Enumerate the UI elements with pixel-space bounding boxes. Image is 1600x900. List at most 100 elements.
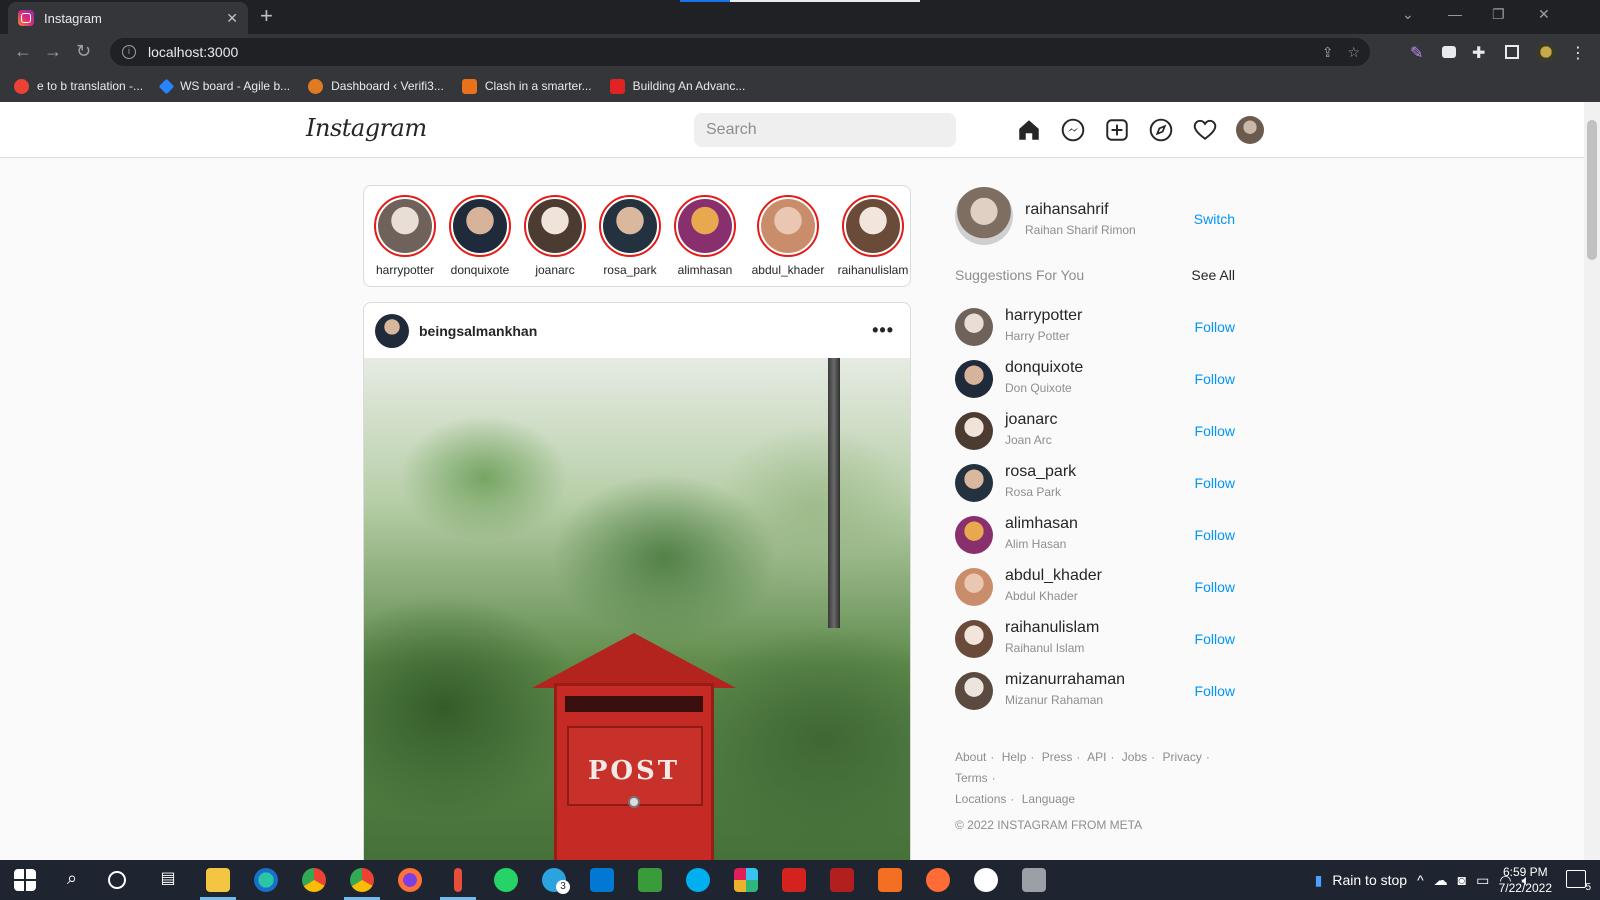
restore-icon[interactable]: ❐	[1492, 6, 1505, 23]
story-item[interactable]: raihanulislam	[830, 195, 916, 277]
cortana-icon[interactable]	[108, 871, 126, 889]
story-item[interactable]: joanarc	[517, 195, 593, 277]
tray-chevron-up-icon[interactable]: ^	[1417, 872, 1424, 888]
side-panel-icon[interactable]	[1505, 45, 1519, 59]
xampp-icon[interactable]	[878, 868, 902, 892]
onedrive-cloud-icon[interactable]: ☁	[1434, 872, 1448, 889]
follow-button[interactable]: Follow	[1195, 423, 1235, 439]
switch-account-button[interactable]: Switch	[1194, 211, 1235, 227]
follow-button[interactable]: Follow	[1195, 683, 1235, 699]
site-info-icon[interactable]: i	[122, 45, 136, 59]
footer-link-api[interactable]: API	[1087, 750, 1106, 764]
browser-menu-icon[interactable]: ⋮	[1570, 43, 1588, 62]
profile-avatar[interactable]	[1236, 116, 1264, 144]
suggestion-username[interactable]: donquixote	[1005, 359, 1083, 377]
bookmark-item[interactable]: Dashboard ‹ Verifi3...	[308, 78, 444, 94]
suggestion-username[interactable]: joanarc	[1005, 411, 1057, 429]
explore-compass-icon[interactable]	[1148, 117, 1174, 143]
weather-text[interactable]: Rain to stop	[1332, 872, 1407, 888]
suggestion-avatar[interactable]	[955, 672, 993, 710]
footer-link-help[interactable]: Help	[1002, 750, 1027, 764]
skype-icon[interactable]	[686, 868, 710, 892]
pdf-icon[interactable]	[782, 868, 806, 892]
filezilla-icon[interactable]	[830, 868, 854, 892]
home-icon[interactable]	[1016, 117, 1042, 143]
post-image[interactable]: POST	[364, 358, 910, 860]
footer-link-language[interactable]: Language	[1022, 792, 1075, 806]
profile-avatar-icon[interactable]	[1536, 42, 1556, 62]
browser-tab[interactable]: Instagram ✕	[8, 2, 248, 34]
extensions-puzzle-icon[interactable]: ✚	[1472, 43, 1490, 62]
suggestion-avatar[interactable]	[955, 412, 993, 450]
edge-icon[interactable]	[254, 868, 278, 892]
extension-feather-icon[interactable]: ✎	[1410, 43, 1428, 62]
suggestion-username[interactable]: harrypotter	[1005, 307, 1082, 325]
weather-icon[interactable]: ▮	[1315, 872, 1323, 889]
reload-icon[interactable]: ↻	[76, 41, 91, 62]
file-explorer-icon[interactable]	[206, 868, 230, 892]
footer-link-about[interactable]: About	[955, 750, 986, 764]
bookmark-item[interactable]: e to b translation -...	[14, 78, 143, 94]
suggestion-avatar[interactable]	[955, 620, 993, 658]
story-item[interactable]: harrypotter	[367, 195, 443, 277]
share-icon[interactable]: ⇪	[1322, 44, 1334, 61]
back-arrow-icon[interactable]: ←	[14, 41, 32, 62]
footer-link-terms[interactable]: Terms	[955, 771, 988, 785]
forward-arrow-icon[interactable]: →	[44, 41, 62, 62]
chrome-icon[interactable]	[302, 868, 326, 892]
new-tab-button[interactable]: +	[260, 5, 273, 27]
suggestion-username[interactable]: abdul_khader	[1005, 567, 1102, 585]
follow-button[interactable]: Follow	[1195, 371, 1235, 387]
activity-heart-icon[interactable]	[1192, 117, 1218, 143]
page-scrollbar[interactable]	[1584, 102, 1600, 860]
suggestion-username[interactable]: rosa_park	[1005, 463, 1076, 481]
footer-link-press[interactable]: Press	[1042, 750, 1073, 764]
camera-icon[interactable]: ◙	[1458, 872, 1466, 888]
postman-orange-icon[interactable]	[926, 868, 950, 892]
chrome-dev-icon[interactable]	[350, 868, 374, 892]
footer-link-jobs[interactable]: Jobs	[1122, 750, 1147, 764]
notepad-icon[interactable]	[638, 868, 662, 892]
tab-search-chevron-icon[interactable]: ⌄	[1402, 6, 1414, 23]
suggestion-avatar[interactable]	[955, 516, 993, 554]
whatsapp-icon[interactable]	[494, 868, 518, 892]
suggestion-avatar[interactable]	[955, 360, 993, 398]
battery-icon[interactable]: ▭	[1476, 872, 1489, 889]
follow-button[interactable]: Follow	[1195, 527, 1235, 543]
suggestion-username[interactable]: raihanulislam	[1005, 619, 1099, 637]
new-post-icon[interactable]	[1104, 117, 1130, 143]
mongodb-icon[interactable]	[974, 868, 998, 892]
slack-icon[interactable]	[734, 868, 758, 892]
url-omnibox[interactable]: i localhost:3000 ⇪ ☆	[110, 38, 1370, 66]
firefox-icon[interactable]	[398, 868, 422, 892]
follow-button[interactable]: Follow	[1195, 579, 1235, 595]
suggestion-username[interactable]: alimhasan	[1005, 515, 1078, 533]
bookmark-item[interactable]: Building An Advanc...	[609, 78, 745, 94]
postman-icon[interactable]	[454, 868, 462, 892]
bookmark-star-icon[interactable]: ☆	[1347, 44, 1360, 61]
messenger-icon[interactable]	[1060, 117, 1086, 143]
story-item[interactable]: abdul_khader	[745, 195, 831, 277]
current-user-avatar[interactable]	[955, 187, 1013, 245]
current-user-username[interactable]: raihansahrif	[1025, 201, 1109, 219]
follow-button[interactable]: Follow	[1195, 319, 1235, 335]
story-item[interactable]: donquixote	[442, 195, 518, 277]
suggestion-avatar[interactable]	[955, 308, 993, 346]
follow-button[interactable]: Follow	[1195, 475, 1235, 491]
footer-link-privacy[interactable]: Privacy	[1162, 750, 1201, 764]
vscode-icon[interactable]	[590, 868, 614, 892]
more-options-icon[interactable]: •••	[872, 320, 894, 341]
post-author-username[interactable]: beingsalmankhan	[419, 323, 537, 339]
suggestion-avatar[interactable]	[955, 568, 993, 606]
app-window-icon[interactable]	[1022, 868, 1046, 892]
close-window-icon[interactable]: ✕	[1538, 6, 1550, 23]
see-all-link[interactable]: See All	[1191, 267, 1235, 283]
extension-window-icon[interactable]	[1442, 46, 1456, 58]
task-view-icon[interactable]: ▤	[156, 868, 180, 892]
search-icon[interactable]: ⌕	[60, 868, 84, 892]
story-item[interactable]: rosa_park	[592, 195, 668, 277]
windows-start-icon[interactable]	[14, 869, 36, 891]
instagram-logo[interactable]: Instagram	[306, 114, 427, 142]
search-input[interactable]	[694, 113, 956, 147]
suggestion-avatar[interactable]	[955, 464, 993, 502]
